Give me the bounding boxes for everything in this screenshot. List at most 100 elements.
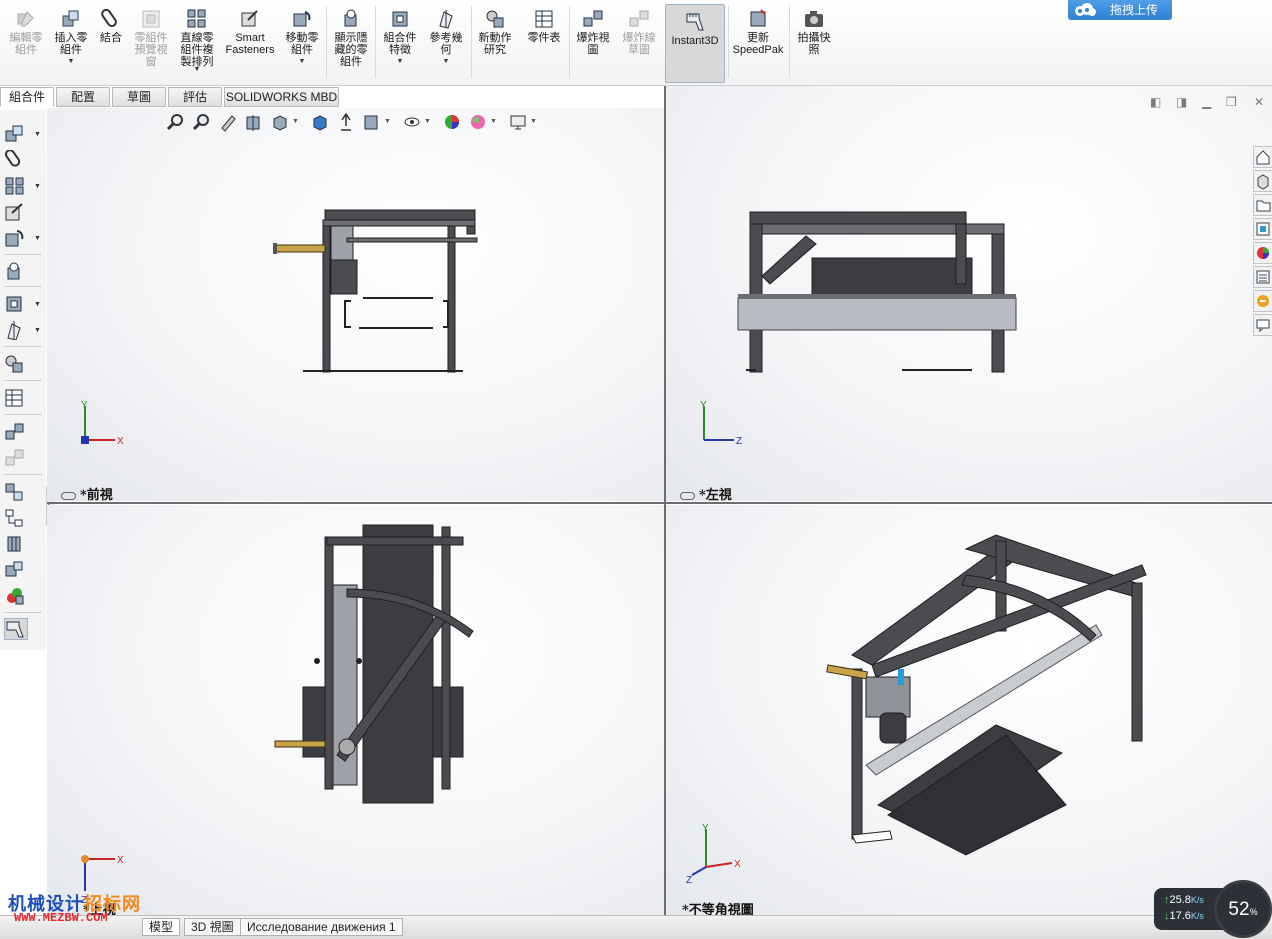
insert-component-tool[interactable]: ▼ [4,124,41,146]
chevron-down-icon[interactable]: ▼ [34,235,41,242]
insert-component-button[interactable]: 插入零 組件 ▼ [50,8,92,84]
chevron-down-icon[interactable]: ▼ [50,58,92,66]
network-speed-widget[interactable]: ↑25.8K/s ↓17.6K/s 52% [1154,880,1272,938]
tile-left-icon[interactable]: ◧ [1150,95,1161,109]
show-hidden-icon [344,9,357,27]
reference-geometry-icon [439,10,453,29]
task-pane-chat[interactable] [1253,314,1272,336]
component-tool-1[interactable] [4,482,28,504]
move-component-tool[interactable]: ▼ [4,228,41,250]
instant3d-icon [6,621,24,638]
section-view-icon[interactable] [244,112,264,132]
linear-pattern-label: 直線零 組件複 製排列 [180,32,214,68]
reference-geometry-tool[interactable]: ▼ [4,320,41,342]
view-orientation-icon[interactable] [270,112,290,132]
linear-pattern-button[interactable]: 直線零 組件複 製排列 ▼ [175,8,219,84]
reference-geometry-label: 參考幾 何 [429,32,463,56]
show-hidden-button[interactable]: 顯示隱 藏的零 組件 [330,8,372,84]
hide-show-items-icon[interactable] [336,112,356,132]
bom-tool[interactable] [4,388,28,410]
instant3d-tool[interactable] [4,618,28,640]
tab-mbd[interactable]: SOLIDWORKS MBD [224,87,339,107]
chevron-down-icon[interactable]: ▼ [379,58,421,66]
linear-pattern-tool[interactable]: ▼ [4,176,41,198]
viewport-splitter-horizontal[interactable] [47,502,1272,504]
motion-study-button[interactable]: 新動作 研究 [474,8,516,84]
tab-motion-study[interactable]: Исследование движения 1 [240,918,403,936]
component-preview-button[interactable]: 零組件 預覽視 窗 [130,8,172,84]
tab-evaluate[interactable]: 評估 [168,87,222,107]
edit-component-label: 編輯零 組件 [9,32,43,56]
speedpak-button[interactable]: 更新 SpeedPak [730,8,786,84]
edit-component-button[interactable]: 編輯零 組件 [4,8,48,84]
color-wheel-icon[interactable] [442,112,462,132]
cloud-upload-button[interactable]: 拖拽上传 [1068,0,1172,20]
smart-fasteners-tool[interactable] [4,202,28,224]
viewport-isometric[interactable]: Y X Z *不等角視圖 [666,505,1272,915]
mate-tool[interactable] [4,149,28,172]
zoom-to-area-icon[interactable] [192,112,212,132]
tab-layout[interactable]: 配置 [56,87,110,107]
assembly-features-button[interactable]: 組合件 特徵 ▼ [379,8,421,84]
exploded-view-button[interactable]: 爆炸視 圖 [572,8,614,84]
reference-geometry-button[interactable]: 參考幾 何 ▼ [425,8,467,84]
task-pane-home[interactable] [1253,146,1272,168]
assembly-features-tool[interactable]: ▼ [4,294,41,316]
linear-pattern-icon [187,9,206,28]
mate-button[interactable]: 結合 [94,8,128,84]
chevron-down-icon[interactable]: ▼ [34,301,41,308]
explode-line-sketch-tool[interactable] [4,448,28,470]
chevron-down-icon[interactable]: ▼ [384,118,391,125]
viewport-front[interactable]: Y X *前視 [47,108,664,501]
chevron-down-icon[interactable]: ▼ [34,327,41,334]
task-pane-appearances[interactable] [1253,242,1272,264]
zoom-to-fit-icon[interactable] [166,112,186,132]
explode-line-sketch-button[interactable]: 爆炸線 草圖 [618,8,660,84]
task-pane-files[interactable] [1253,194,1272,216]
task-pane-solidworks-forum[interactable] [1253,290,1272,312]
restore-icon[interactable]: ❐ [1226,95,1237,109]
chevron-down-icon[interactable]: ▼ [34,131,41,138]
close-icon[interactable]: ✕ [1254,95,1264,109]
chevron-down-icon[interactable]: ▼ [425,58,467,66]
snapshot-button[interactable]: 拍攝快 照 [793,8,835,84]
front-view-model [273,209,478,373]
component-tool-5[interactable] [4,586,28,608]
component-tool-3[interactable] [4,534,28,556]
chevron-down-icon[interactable]: ▼ [530,118,537,125]
component-tool-4[interactable] [4,560,28,582]
chevron-down-icon[interactable]: ▼ [34,183,41,190]
tile-right-icon[interactable]: ◨ [1176,95,1187,109]
task-pane-properties[interactable] [1253,266,1272,288]
tab-sketch[interactable]: 草圖 [112,87,166,107]
viewport-splitter-vertical[interactable] [664,86,666,916]
minimize-icon[interactable]: ▁ [1202,95,1211,109]
instant3d-button[interactable]: Instant3D [665,4,725,83]
tab-3d-views[interactable]: 3D 視圖 [184,918,241,936]
chevron-down-icon[interactable]: ▼ [490,118,497,125]
previous-view-icon[interactable] [218,112,238,132]
monitor-icon[interactable] [508,112,528,132]
tab-assembly[interactable]: 組合件 [0,87,54,107]
eye-icon[interactable] [402,112,422,132]
exploded-view-tool[interactable] [4,422,28,444]
motion-study-tool[interactable] [4,354,28,376]
move-component-button[interactable]: 移動零 組件 ▼ [281,8,323,84]
viewport-label: *前視 [61,484,113,501]
bom-button[interactable]: 零件表 [523,8,565,84]
chevron-down-icon[interactable]: ▼ [424,118,431,125]
toolbar-divider [4,414,42,415]
chevron-down-icon[interactable]: ▼ [281,58,323,66]
chevron-down-icon[interactable]: ▼ [292,118,299,125]
task-pane-resources[interactable] [1253,170,1272,192]
display-style-icon[interactable] [310,112,330,132]
show-hidden-tool[interactable] [4,261,28,283]
scene-icon[interactable] [468,112,488,132]
task-pane-view-palette[interactable] [1253,218,1272,240]
edit-appearance-icon[interactable] [362,112,382,132]
smart-fasteners-button[interactable]: Smart Fasteners [222,8,278,84]
viewport-left[interactable]: Y Z *左視 [666,86,1272,501]
bom-icon [535,10,553,28]
viewport-top[interactable]: X Z *上視 [47,505,664,915]
component-tool-2[interactable] [4,508,28,530]
